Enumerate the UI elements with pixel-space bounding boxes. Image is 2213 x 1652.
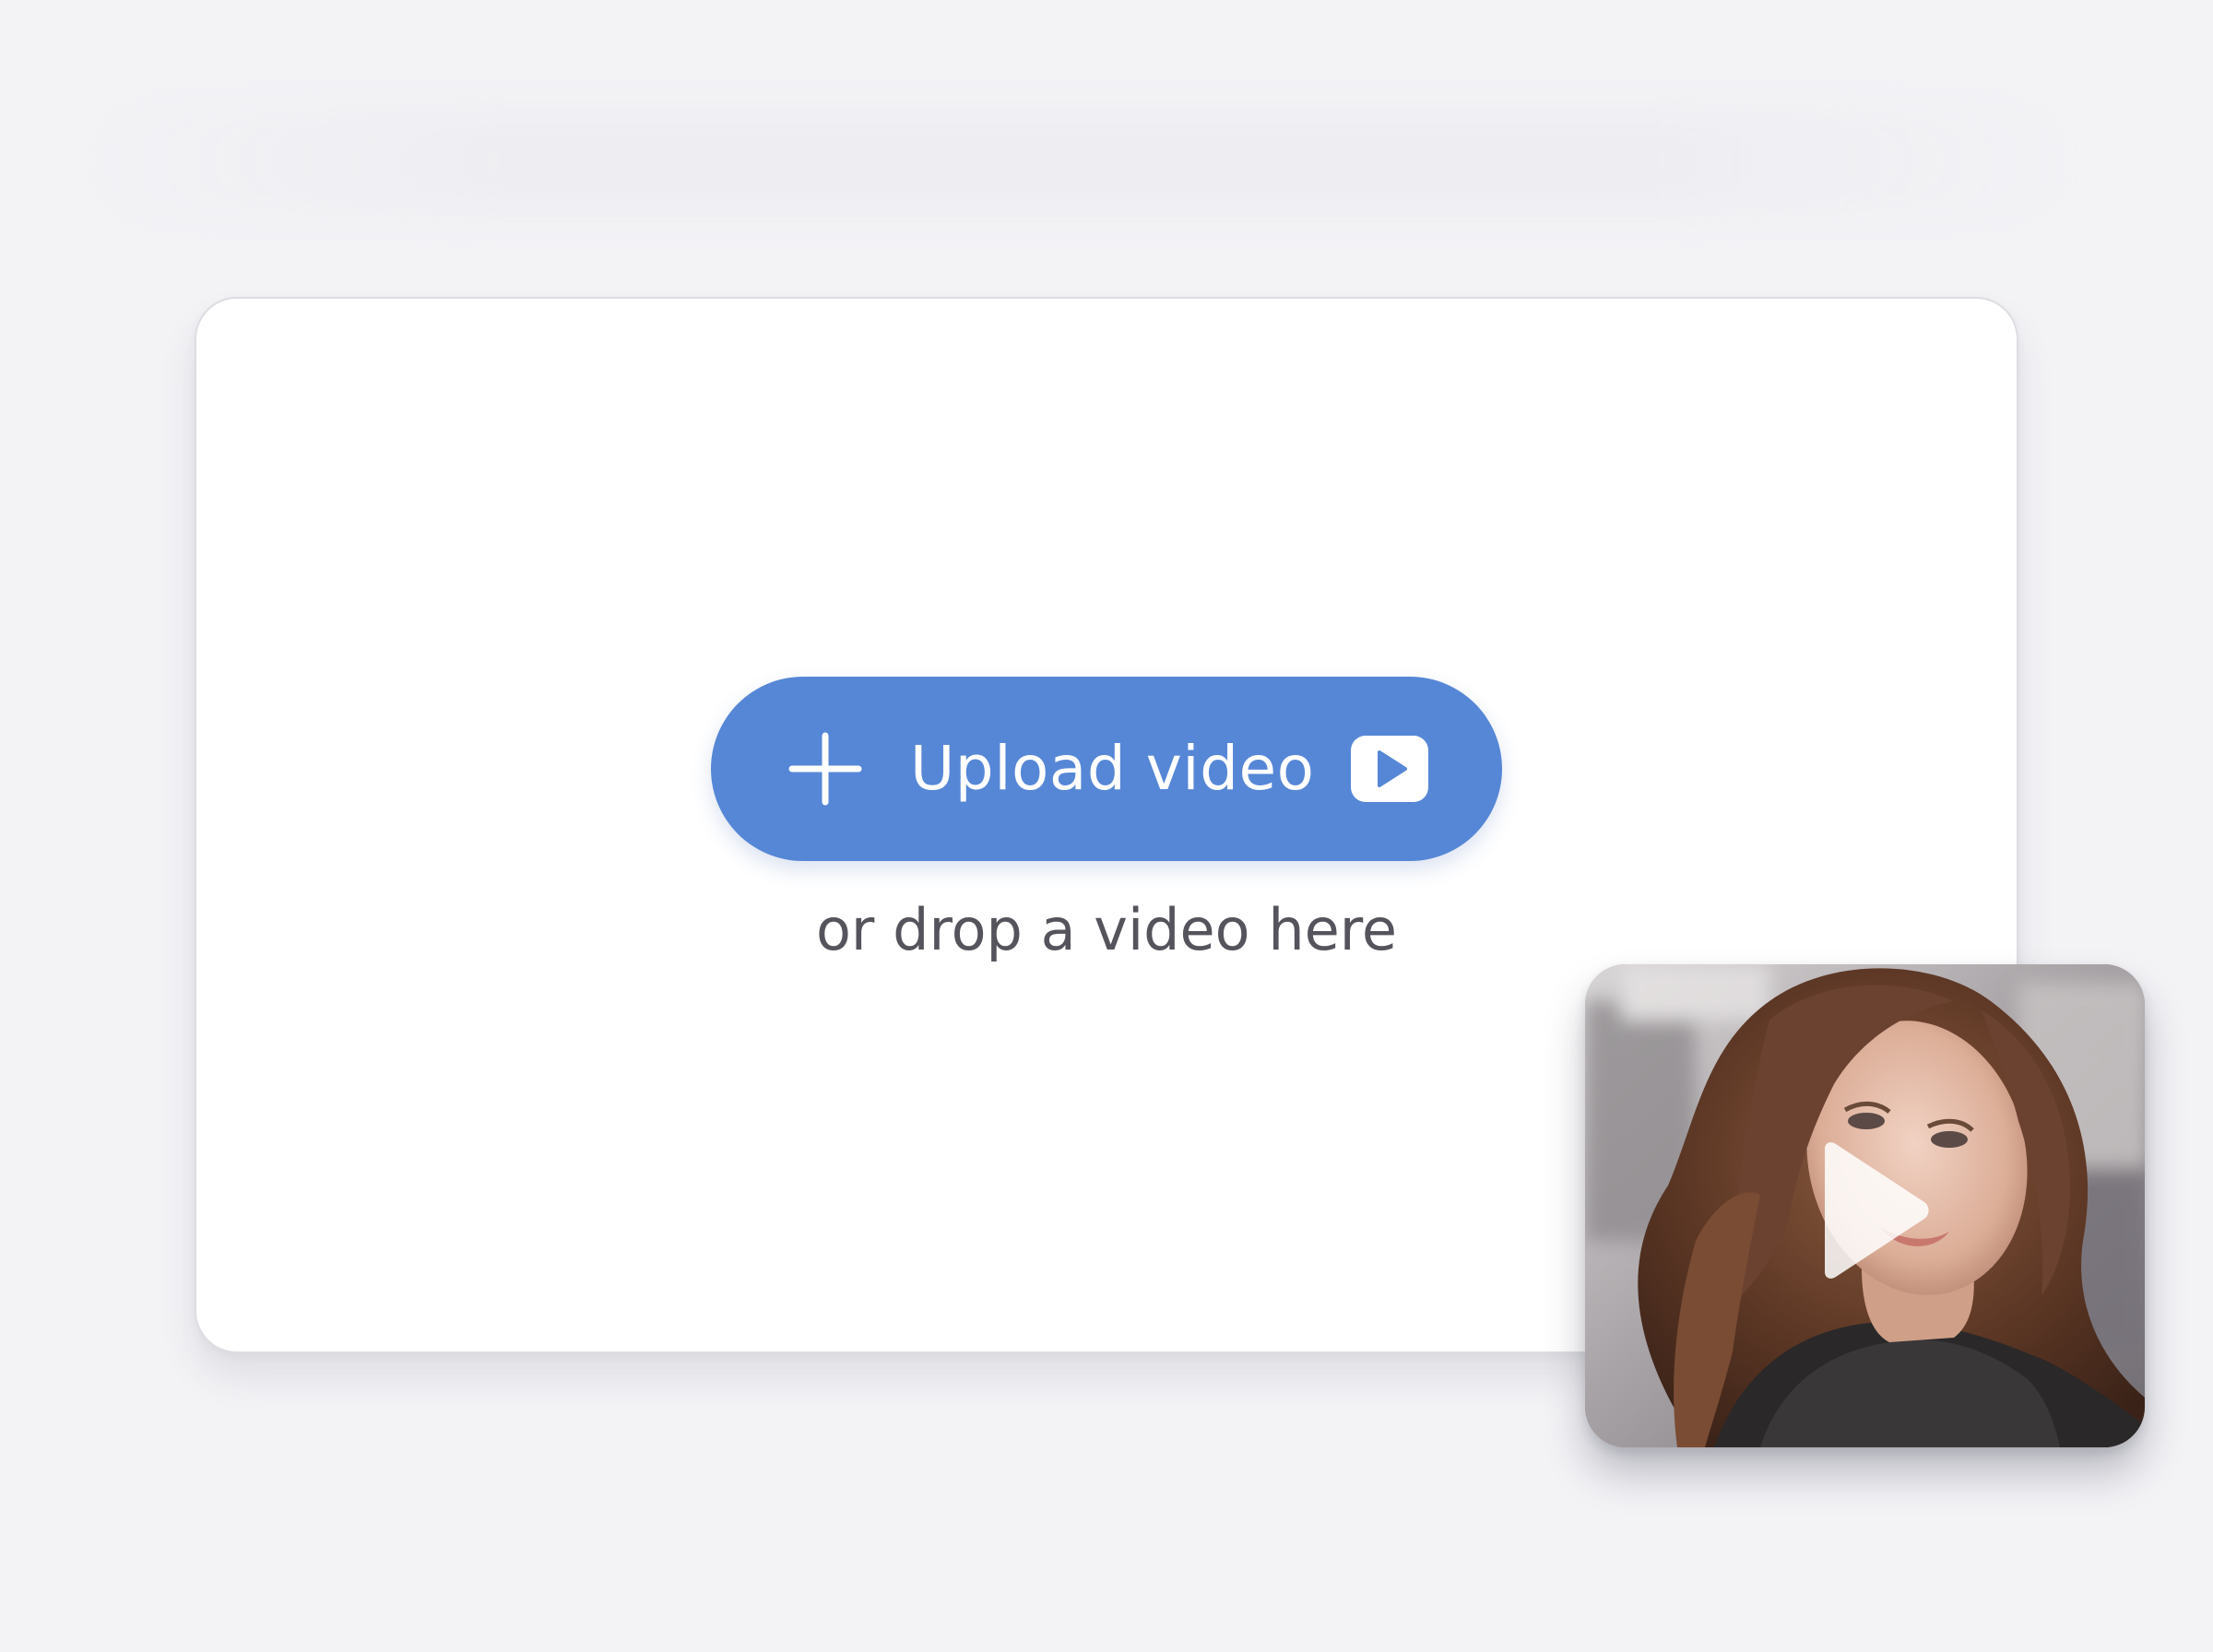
background-header-blur — [83, 111, 2075, 212]
dragged-video-thumbnail[interactable] — [1585, 964, 2145, 1447]
upload-video-label: Upload video — [910, 733, 1315, 804]
youtube-play-icon — [1351, 736, 1428, 802]
plus-icon — [788, 732, 862, 806]
play-icon[interactable] — [1812, 1141, 1932, 1280]
upload-video-button[interactable]: Upload video — [711, 677, 1502, 861]
drop-hint-text: or drop a video here — [815, 896, 1398, 963]
